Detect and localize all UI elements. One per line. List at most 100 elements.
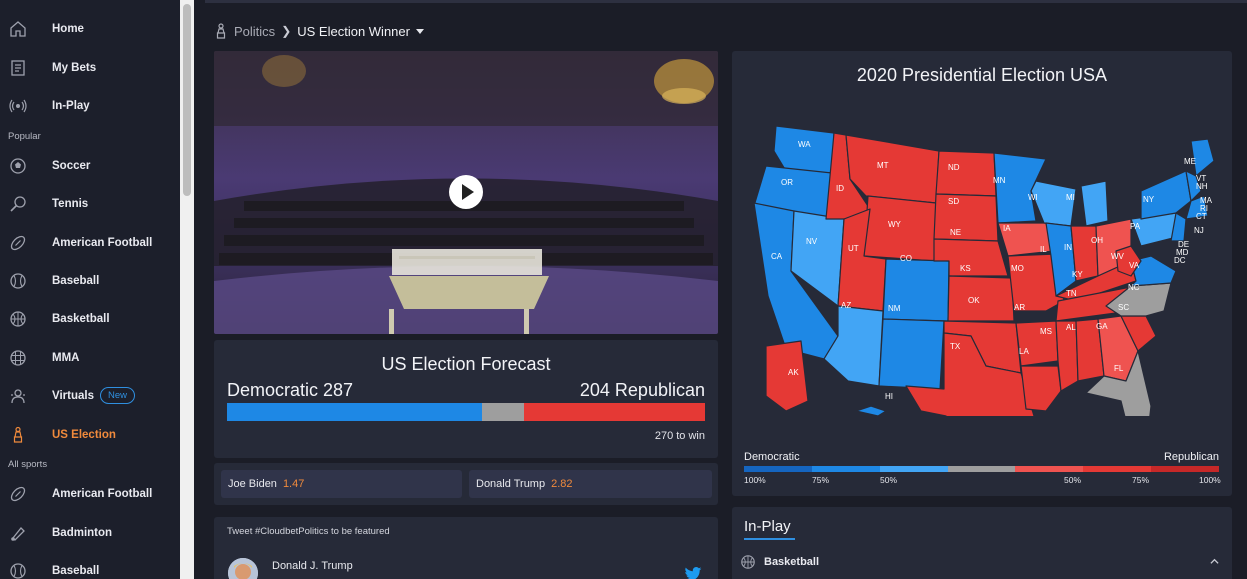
broadcast-icon (8, 96, 28, 116)
sidebar: Home My Bets In-Play Popular Soccer Tenn… (0, 0, 180, 579)
twitter-bird-icon[interactable] (684, 567, 702, 579)
legend-ticks: 100% 75% 50% 50% 75% 100% (744, 475, 1221, 487)
nav-basketball-label: Basketball (52, 313, 110, 325)
state-label: NJ (1194, 226, 1204, 235)
nav-badminton[interactable]: Badminton (0, 515, 180, 551)
sidebar-scroll-thumb[interactable] (183, 4, 191, 196)
state-label: MO (1011, 264, 1024, 273)
state-label: NV (806, 237, 818, 246)
breadcrumb-current[interactable]: US Election Winner (297, 24, 410, 39)
nav-soccer[interactable]: Soccer (0, 148, 180, 184)
odd-value: 1.47 (282, 478, 305, 490)
state-label: IL (1040, 245, 1047, 254)
nav-baseball-label: Baseball (52, 275, 100, 287)
state-ak (765, 340, 809, 412)
badminton-icon (8, 523, 28, 543)
avatar[interactable] (228, 558, 258, 579)
popular-section-label: Popular (8, 131, 41, 142)
nav-my-bets[interactable]: My Bets (0, 50, 180, 86)
in-play-basketball-row[interactable]: Basketball (740, 552, 1224, 572)
nav-basketball[interactable]: Basketball (0, 301, 180, 337)
baseball-icon (8, 271, 28, 291)
nav-mma[interactable]: MMA (0, 340, 180, 376)
nav-home[interactable]: Home (0, 11, 180, 47)
state-sd (933, 193, 999, 242)
state-mt (845, 134, 940, 204)
nav-virtuals[interactable]: Virtuals New (0, 378, 180, 414)
state-label: MS (1040, 327, 1052, 336)
state-label: AK (788, 368, 799, 377)
state-label: NH (1196, 182, 1208, 191)
in-play-underline (744, 538, 795, 540)
state-wa (773, 125, 835, 174)
nav-soccer-label: Soccer (52, 160, 91, 172)
state-label: TX (950, 342, 961, 351)
odd-biden-button[interactable]: Joe Biden 1.47 (221, 470, 462, 498)
nav-us-election[interactable]: US Election (0, 417, 180, 453)
odd-name: Joe Biden (228, 478, 277, 490)
nav-my-bets-label: My Bets (52, 62, 97, 74)
nav-baseball[interactable]: Baseball (0, 263, 180, 299)
legend-swatch (947, 466, 1016, 472)
state-label: NY (1143, 195, 1155, 204)
basketball-icon (741, 555, 755, 569)
forecast-to-win: 270 to win (654, 430, 705, 442)
state-wi (1030, 180, 1077, 227)
chevron-up-icon[interactable] (1210, 557, 1219, 566)
state-label: SD (948, 197, 959, 206)
american-football-icon (8, 484, 28, 504)
top-divider (205, 0, 1247, 3)
nav-american-football[interactable]: American Football (0, 225, 180, 261)
nav-american-football-label: American Football (52, 237, 153, 249)
tweets-card: Tweet #CloudbetPolitics to be featured D… (214, 517, 718, 579)
forecast-bar (227, 403, 705, 421)
breadcrumb-politics-link[interactable]: Politics (234, 24, 275, 39)
nav-in-play[interactable]: In-Play (0, 88, 180, 124)
play-icon[interactable] (449, 175, 483, 209)
caret-down-icon[interactable] (415, 28, 424, 34)
us-map[interactable]: WA OR CA NV ID MT WY UT AZ CO NM ND SD N… (746, 111, 1221, 416)
all-sports-section-label: All sports (8, 459, 48, 470)
video-player[interactable] (214, 51, 718, 334)
tweets-header: Tweet #CloudbetPolitics to be featured (227, 526, 390, 537)
nav-all-baseball-label: Baseball (52, 565, 100, 577)
tweet-author[interactable]: Donald J. Trump (272, 560, 353, 572)
in-play-card: In-Play Basketball (732, 507, 1232, 579)
state-label: SC (1118, 303, 1129, 312)
state-label: UT (848, 244, 859, 253)
state-label: ME (1184, 157, 1196, 166)
betslip-icon (8, 58, 28, 78)
nav-all-american-football[interactable]: American Football (0, 476, 180, 512)
state-label: CO (900, 254, 912, 263)
state-label: MI (1066, 193, 1075, 202)
state-label: CA (771, 252, 783, 261)
forecast-democratic-label: Democratic 287 (227, 380, 354, 400)
sidebar-scrollbar[interactable] (180, 0, 194, 579)
state-label: NE (950, 228, 961, 237)
legend-swatch (744, 466, 812, 472)
legend-color-bar (744, 466, 1220, 472)
state-label: ND (948, 163, 960, 172)
nav-all-baseball[interactable]: Baseball (0, 553, 180, 579)
state-label: KS (960, 264, 971, 273)
state-az (823, 305, 884, 387)
legend-swatch (1083, 466, 1152, 472)
legend-republican-label: Republican (1163, 451, 1219, 463)
legend-democratic-label: Democratic (744, 451, 800, 463)
state-la (1020, 365, 1062, 412)
state-label: LA (1019, 347, 1029, 356)
state-label: GA (1096, 322, 1108, 331)
legend-tick: 75% (812, 475, 830, 485)
odd-trump-button[interactable]: Donald Trump 2.82 (469, 470, 712, 498)
forecast-bar-republican (523, 403, 705, 421)
state-label: VA (1129, 261, 1140, 270)
state-nd (935, 150, 997, 197)
chevron-right-icon: ❯ (281, 24, 292, 38)
state-label: MT (877, 161, 889, 170)
nav-mma-label: MMA (52, 352, 80, 364)
forecast-bar-undecided (481, 403, 524, 421)
tennis-racket-icon (8, 194, 28, 214)
nav-virtuals-label: Virtuals (52, 390, 94, 402)
state-label: IN (1064, 243, 1072, 252)
nav-tennis[interactable]: Tennis (0, 186, 180, 222)
